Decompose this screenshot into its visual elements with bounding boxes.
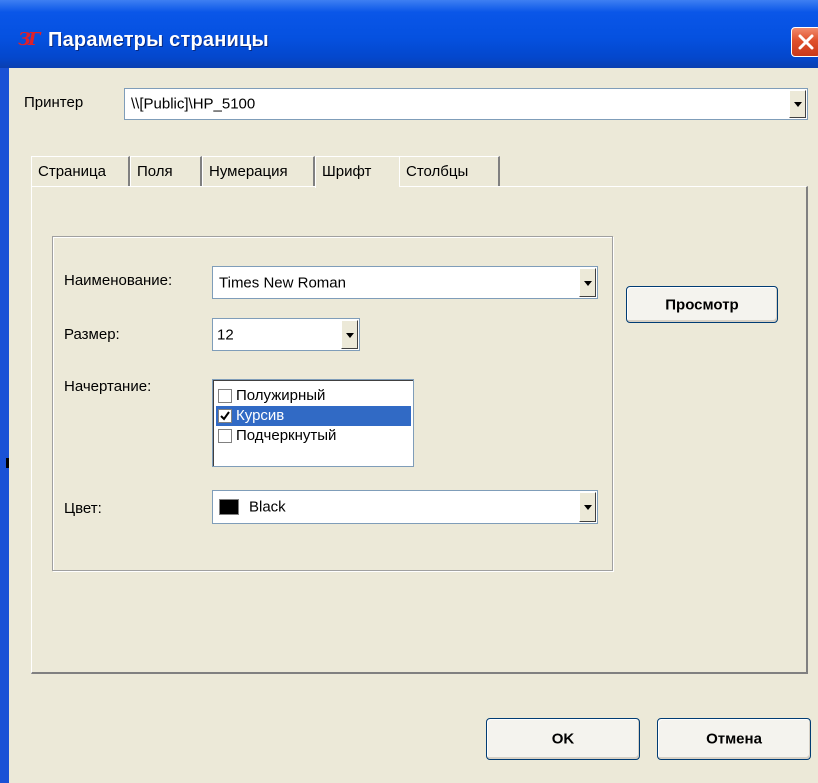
chevron-down-icon[interactable] [579,268,596,297]
font-size-value: 12 [217,326,234,343]
tab-page[interactable]: Страница [31,156,130,186]
style-italic-item[interactable]: Курсив [216,406,411,426]
font-color-value: Black [249,498,286,516]
chevron-down-icon[interactable] [341,320,358,349]
font-color-label: Цвет: [64,500,102,517]
font-color-select[interactable]: Black [212,490,598,524]
font-name-value: Times New Roman [219,274,346,291]
window-frame [0,0,12,783]
cancel-button[interactable]: Отмена [657,718,811,760]
ok-button[interactable]: OK [486,718,640,760]
italic-checkbox[interactable] [218,409,232,423]
close-button[interactable] [791,27,818,57]
tab-columns[interactable]: Столбцы [399,156,500,186]
style-bold-item[interactable]: Полужирный [216,386,411,406]
tab-margins[interactable]: Поля [130,156,202,186]
chevron-down-icon[interactable] [579,492,596,522]
app-logo-icon: ЗГ [18,29,40,50]
printer-select[interactable]: \\[Public]\HP_5100 [124,88,808,120]
font-name-select[interactable]: Times New Roman [212,266,598,299]
checkmark-icon [220,411,230,421]
chevron-down-icon[interactable] [789,90,806,118]
page-setup-dialog: ЗГ Параметры страницы Принтер \\[Public]… [0,0,818,783]
font-style-label: Начертание: [64,378,152,395]
font-style-list[interactable]: Полужирный Курсив Подчеркнутый [212,379,414,467]
cursor-artifact [6,458,9,468]
underline-checkbox[interactable] [218,429,232,443]
font-size-select[interactable]: 12 [212,318,360,351]
bold-checkbox[interactable] [218,389,232,403]
color-swatch [219,499,239,515]
font-name-label: Наименование: [64,272,173,289]
preview-button[interactable]: Просмотр [626,286,778,323]
printer-label: Принтер [24,94,84,111]
tab-numbering[interactable]: Нумерация [202,156,315,186]
window-title: Параметры страницы [48,29,269,51]
title-bar[interactable]: ЗГ Параметры страницы [0,0,818,68]
printer-value: \\[Public]\HP_5100 [131,95,256,113]
style-underline-item[interactable]: Подчеркнутый [216,426,411,446]
font-size-label: Размер: [64,326,120,343]
tab-font[interactable]: Шрифт [315,156,399,188]
close-icon [798,34,814,50]
